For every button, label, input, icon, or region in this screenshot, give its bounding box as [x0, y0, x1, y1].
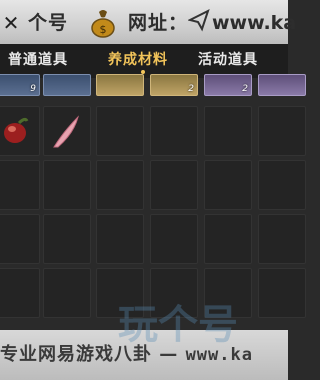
item-count: 9: [30, 84, 36, 94]
watermark-text: 个号: [28, 12, 69, 34]
inventory-slot[interactable]: 2: [204, 74, 252, 96]
inventory-slot[interactable]: [96, 74, 144, 96]
watermark-slogan: 专业网易游戏八卦: [0, 344, 152, 365]
close-icon: ✕: [2, 11, 20, 35]
svg-text:$: $: [100, 23, 107, 36]
inventory-slot[interactable]: [204, 160, 252, 210]
inventory-slot[interactable]: [150, 160, 198, 210]
inventory-slot[interactable]: [43, 160, 91, 210]
inventory-slot[interactable]: [258, 74, 306, 96]
inventory-slot[interactable]: [43, 74, 91, 96]
inventory-slot[interactable]: [0, 268, 40, 318]
paper-plane-icon: [188, 9, 210, 32]
inventory-slot[interactable]: [96, 214, 144, 264]
tab-event-items[interactable]: 活动道具: [198, 44, 258, 78]
watermark-url: www.ka: [212, 12, 297, 34]
tab-growth-materials[interactable]: 养成材料: [108, 44, 168, 78]
tab-common-items[interactable]: 普通道具: [8, 44, 68, 78]
inventory-slot[interactable]: [0, 160, 40, 210]
watermark-label: 网址：: [128, 12, 189, 34]
inventory-slot[interactable]: [43, 214, 91, 264]
item-count: 2: [242, 84, 248, 94]
red-fruit-icon: [4, 117, 29, 143]
inventory-slot[interactable]: [0, 106, 40, 156]
inventory-slot[interactable]: [204, 214, 252, 264]
money-bag-icon: $: [91, 10, 115, 38]
pink-feather-icon: [53, 115, 79, 148]
close-button[interactable]: ✕: [0, 12, 22, 34]
inventory-slot[interactable]: [150, 106, 198, 156]
inventory-slot[interactable]: [150, 214, 198, 264]
bottom-watermark-text: 专业网易游戏八卦 — www.ka: [0, 344, 253, 365]
inventory-slot[interactable]: [258, 106, 306, 156]
inventory-slot[interactable]: [258, 160, 306, 210]
inventory-slot[interactable]: [43, 106, 91, 156]
top-watermark-bar: ✕ 个号 $ 网址： www.ka: [0, 0, 296, 44]
inventory-slot[interactable]: [96, 106, 144, 156]
inventory-slot[interactable]: [258, 268, 306, 318]
bottom-watermark-bar: 玩个号 专业网易游戏八卦 — www.ka: [0, 302, 288, 380]
watermark-url: www.ka: [185, 345, 253, 365]
inventory-slot[interactable]: [0, 214, 40, 264]
category-tabs: 普通道具 养成材料 活动道具: [0, 44, 288, 78]
inventory-slot[interactable]: [96, 160, 144, 210]
inventory-slot[interactable]: [258, 214, 306, 264]
inventory-slot[interactable]: [204, 106, 252, 156]
inventory-slot[interactable]: [43, 268, 91, 318]
inventory-slot[interactable]: 9: [0, 74, 40, 96]
inventory-slot[interactable]: 2: [150, 74, 198, 96]
item-count: 2: [188, 84, 194, 94]
